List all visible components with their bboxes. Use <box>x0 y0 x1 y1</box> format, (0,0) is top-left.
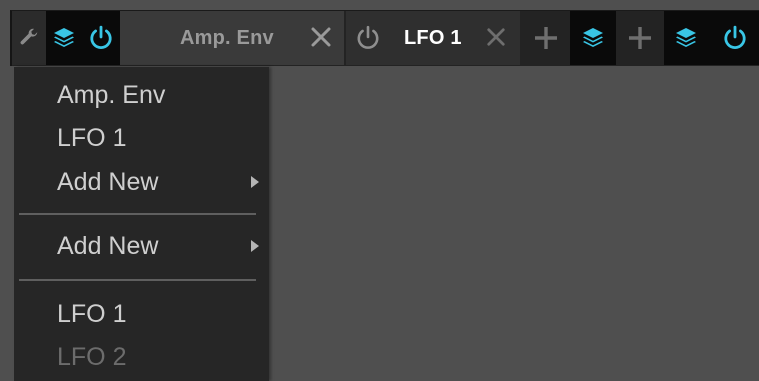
tab-lfo-1[interactable]: LFO 1 <box>346 11 520 65</box>
tab-amp-env[interactable]: Amp. Env <box>120 11 344 65</box>
power-icon[interactable] <box>82 11 120 65</box>
submenu-arrow-icon <box>251 240 259 252</box>
menu-separator <box>19 279 256 281</box>
wrench-icon[interactable] <box>12 11 46 65</box>
layers-icon[interactable] <box>570 11 616 65</box>
close-icon[interactable] <box>486 27 506 47</box>
plus-icon[interactable] <box>522 11 570 65</box>
menu-item-lfo-2: LFO 2 <box>57 343 127 371</box>
menu-item-add-new[interactable]: Add New <box>57 167 158 197</box>
tab-label: Amp. Env <box>180 27 274 49</box>
app-frame: Amp. Env LFO 1 Amp. Env LFO 1 Add New Ad… <box>0 0 759 381</box>
submenu-arrow-icon <box>251 176 259 188</box>
modulator-dropdown-menu: Amp. Env LFO 1 Add New Add New LFO 1 LFO… <box>14 67 269 381</box>
layers-icon[interactable] <box>46 11 82 65</box>
plus-icon[interactable] <box>616 11 664 65</box>
layers-icon[interactable] <box>664 11 708 65</box>
menu-item-lfo-1-bottom[interactable]: LFO 1 <box>57 299 126 329</box>
menu-item-add-new-2[interactable]: Add New <box>57 231 158 261</box>
close-icon[interactable] <box>310 26 332 48</box>
tab-label: LFO 1 <box>404 27 462 49</box>
menu-item-amp-env[interactable]: Amp. Env <box>57 80 165 110</box>
menu-item-lfo-1[interactable]: LFO 1 <box>57 123 126 153</box>
menu-separator <box>19 213 256 215</box>
power-icon[interactable] <box>355 25 381 51</box>
modulator-toolbar: Amp. Env LFO 1 <box>10 10 759 66</box>
power-icon[interactable] <box>708 11 759 65</box>
